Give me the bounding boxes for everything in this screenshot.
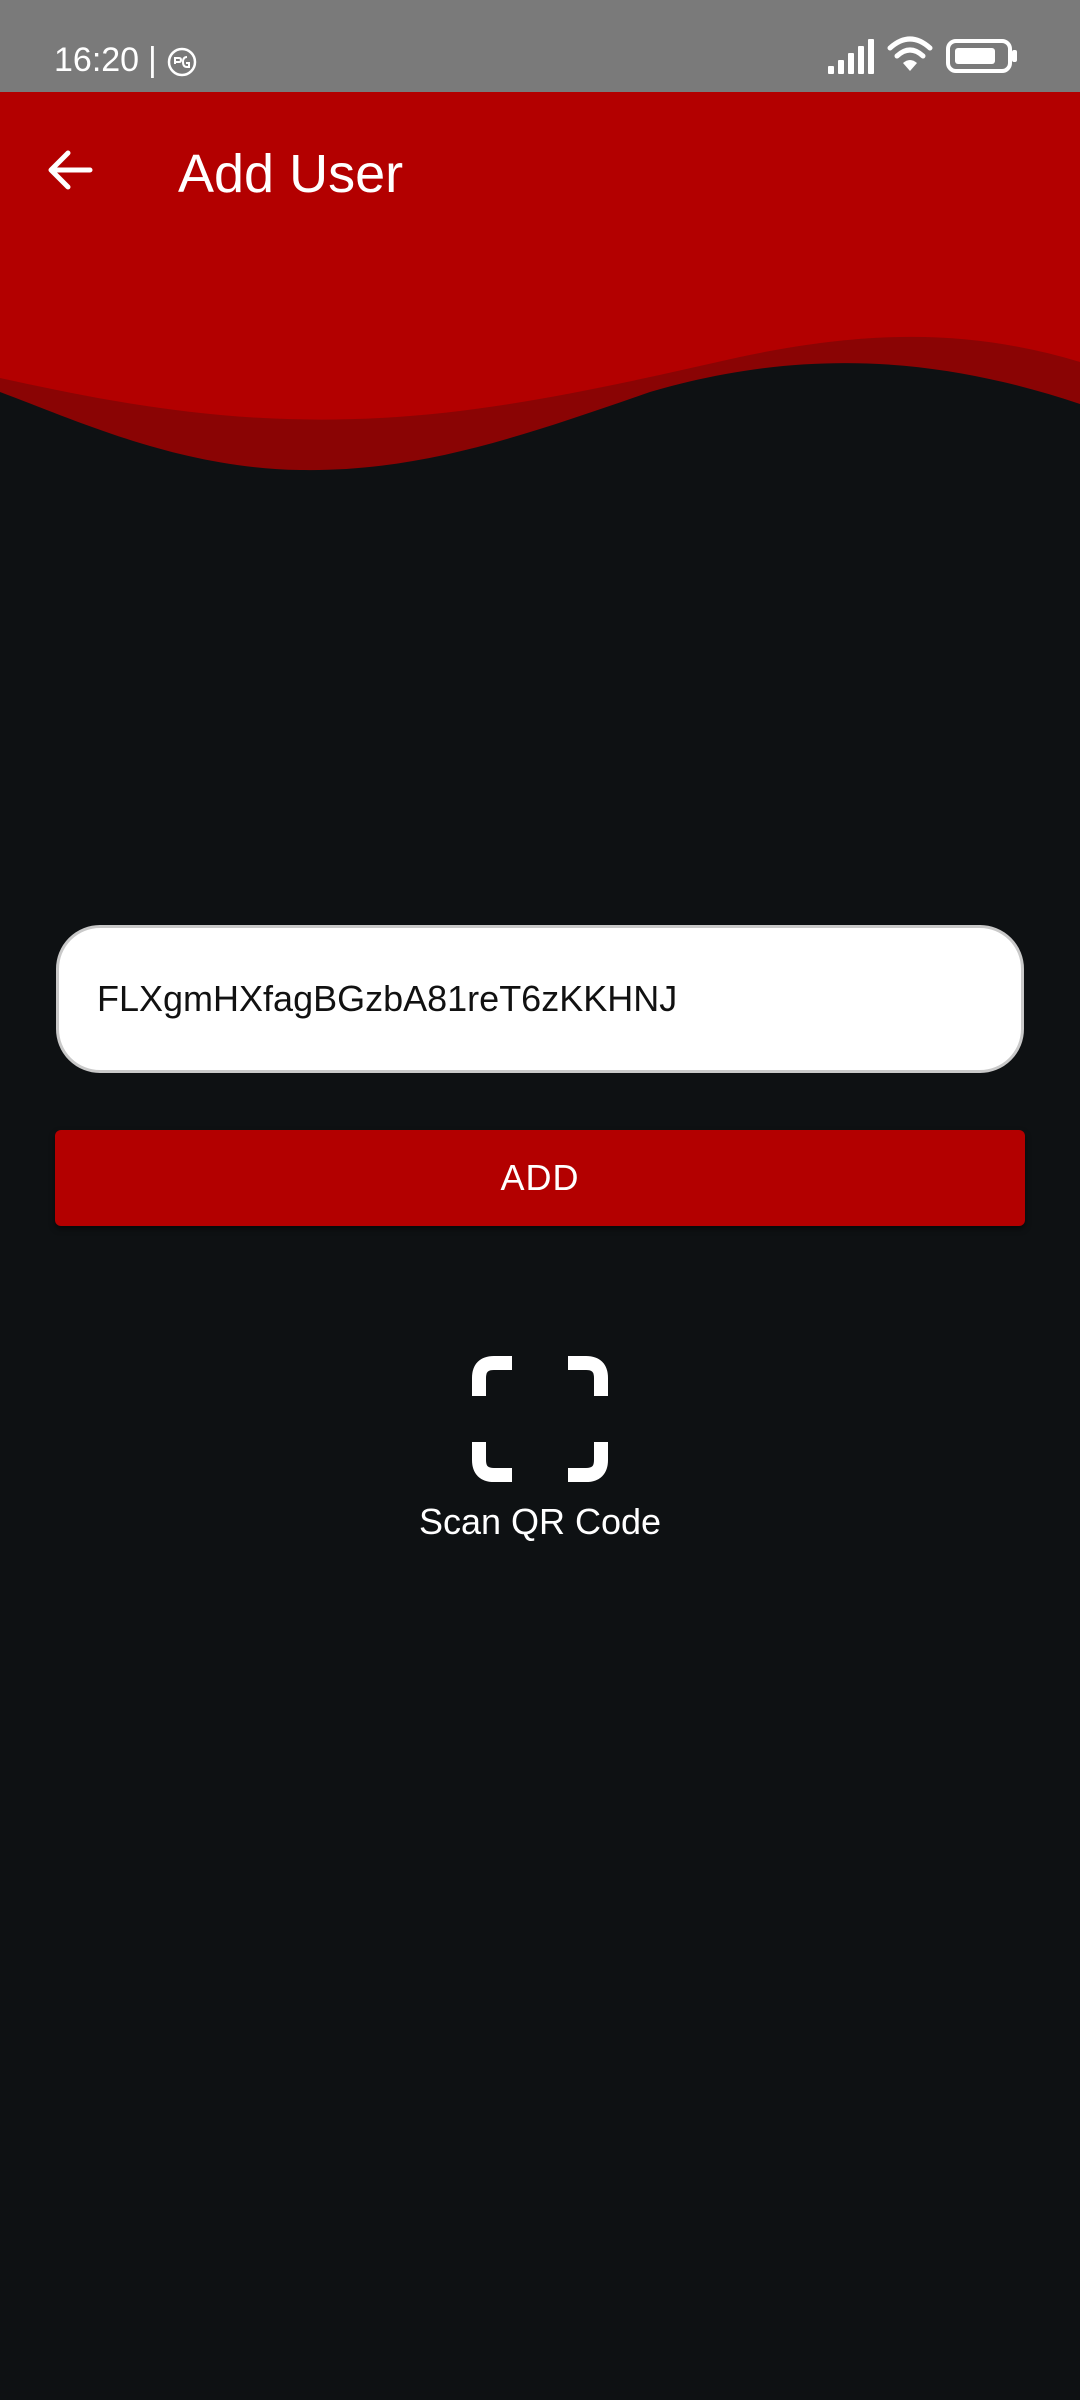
- scan-frame-icon: [472, 1356, 608, 1482]
- wifi-icon: [887, 36, 933, 71]
- app-screen: 16:20 | Add User FLXgmHXfagBGzbA81reT6zK…: [0, 0, 1080, 2400]
- scan-qr-label: Scan QR Code: [418, 1501, 662, 1542]
- battery-icon: [946, 39, 1017, 73]
- add-button[interactable]: ADD: [55, 1130, 1025, 1226]
- header-wave-background: [0, 92, 1080, 471]
- pgp-icon: [167, 47, 197, 77]
- status-time: 16:20: [54, 41, 140, 79]
- signal-icon: [828, 39, 874, 74]
- status-bar: 16:20 |: [0, 0, 1080, 92]
- user-id-input[interactable]: [56, 925, 1024, 1073]
- scan-qr-button[interactable]: Scan QR Code: [390, 1350, 690, 1560]
- status-separator: |: [148, 41, 157, 79]
- arrow-left-icon: [48, 150, 93, 190]
- page-title: Add User: [178, 144, 404, 204]
- back-button[interactable]: [30, 130, 110, 210]
